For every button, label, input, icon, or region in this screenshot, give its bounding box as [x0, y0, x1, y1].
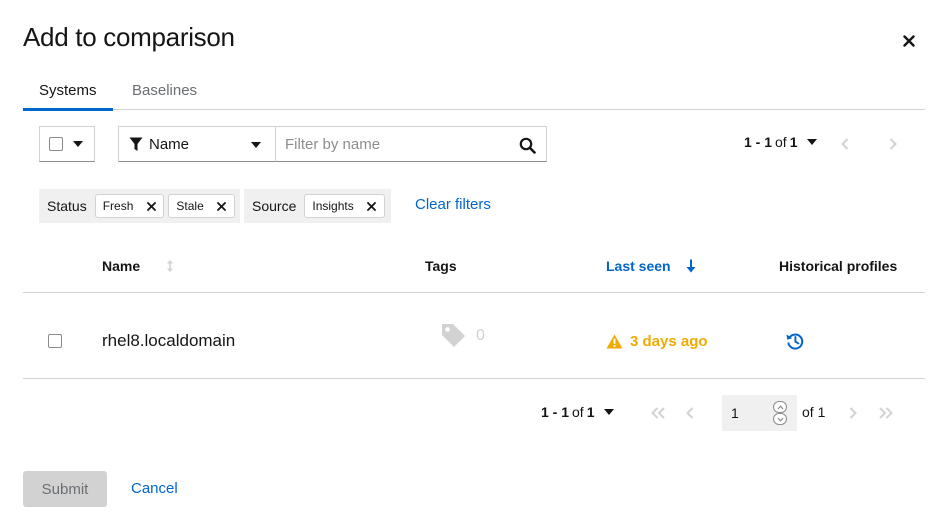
page-count-label: of 1 — [802, 404, 826, 420]
pagination-of: of — [572, 404, 584, 420]
next-page-button[interactable] — [845, 405, 861, 421]
chip-fresh: Fresh — [94, 194, 165, 218]
chevron-down-icon — [777, 417, 783, 422]
last-seen-status: 3 days ago — [606, 333, 708, 350]
cancel-button[interactable]: Cancel — [131, 480, 178, 497]
close-icon — [903, 35, 915, 47]
chip-category-status: Status — [47, 198, 87, 214]
table-row-divider — [23, 378, 925, 379]
table-header-divider — [23, 292, 925, 293]
pagination-total: 1 — [789, 134, 798, 150]
filter-by-name-input[interactable] — [276, 127, 512, 161]
angle-left-icon — [841, 138, 849, 150]
page-decrement-button[interactable] — [773, 413, 787, 425]
chip-stale: Stale — [168, 194, 235, 218]
remove-chip-stale-button[interactable] — [212, 196, 232, 216]
pagination-range: 1 - 1 — [541, 404, 570, 420]
angle-right-icon — [849, 407, 857, 419]
exclamation-triangle-icon — [606, 334, 623, 349]
system-name-link[interactable]: rhel8.localdomain — [102, 331, 235, 351]
chip-insights: Insights — [304, 194, 385, 218]
column-header-name[interactable]: Name — [102, 258, 174, 274]
first-page-button[interactable] — [650, 405, 666, 421]
angle-right-icon — [889, 138, 897, 150]
column-header-tags: Tags — [425, 258, 457, 274]
tags-count: 0 — [476, 326, 485, 344]
chip-label: Fresh — [102, 199, 134, 213]
chevron-up-icon — [777, 404, 783, 409]
pagination-options-toggle-top[interactable]: 1 - 1 of 1 — [744, 134, 817, 150]
page-number-field — [722, 395, 797, 431]
column-header-historical-profiles: Historical profiles — [779, 258, 898, 274]
chip-group-source: Source Insights — [244, 189, 391, 223]
current-page-input[interactable] — [722, 395, 772, 431]
tab-systems[interactable]: Systems — [23, 72, 113, 111]
tab-baselines[interactable]: Baselines — [116, 72, 213, 110]
pagination-options-toggle-bottom[interactable]: 1 - 1 of 1 — [541, 404, 614, 420]
history-icon[interactable] — [786, 332, 804, 350]
caret-down-icon — [603, 409, 614, 415]
pagination-of: of — [775, 134, 787, 150]
pagination-range: 1 - 1 — [744, 134, 773, 150]
sort-amount-down-icon — [686, 259, 696, 273]
bulk-select-checkbox[interactable] — [49, 137, 63, 151]
page-increment-button[interactable] — [773, 401, 787, 413]
close-icon — [146, 201, 156, 211]
tag-icon — [442, 324, 465, 347]
angle-double-left-icon — [650, 407, 665, 419]
modal-title: Add to comparison — [23, 22, 235, 52]
last-page-button[interactable] — [877, 405, 893, 421]
next-page-button-top[interactable] — [885, 136, 901, 152]
remove-chip-fresh-button[interactable] — [141, 196, 161, 216]
column-header-last-seen[interactable]: Last seen — [606, 258, 696, 274]
chip-category-source: Source — [252, 198, 297, 214]
chip-label: Insights — [312, 199, 354, 213]
close-button[interactable] — [898, 30, 920, 52]
previous-page-button[interactable] — [682, 405, 698, 421]
angle-left-icon — [686, 407, 694, 419]
chip-group-status: Status Fresh Stale — [39, 189, 240, 223]
submit-button[interactable]: Submit — [23, 471, 107, 507]
sort-icon — [167, 260, 174, 272]
search-icon[interactable] — [519, 137, 536, 154]
chip-label: Stale — [176, 199, 204, 213]
close-icon — [217, 201, 227, 211]
add-to-comparison-modal: Add to comparison Systems Baselines Name… — [0, 0, 929, 532]
remove-chip-insights-button[interactable] — [362, 196, 382, 216]
filter-attribute-label: Name — [149, 135, 190, 153]
bulk-select-dropdown[interactable] — [39, 126, 95, 162]
pagination-total: 1 — [586, 404, 595, 420]
filter-attribute-select[interactable]: Name — [118, 126, 276, 162]
close-icon — [367, 201, 377, 211]
previous-page-button-top[interactable] — [837, 136, 853, 152]
caret-down-icon — [806, 139, 817, 145]
filter-search-box — [276, 126, 547, 162]
caret-down-icon — [251, 142, 261, 148]
tab-bar: Systems Baselines — [23, 72, 925, 111]
column-header-last-seen-label: Last seen — [606, 258, 671, 274]
clear-filters-link[interactable]: Clear filters — [415, 196, 491, 213]
caret-down-icon — [73, 141, 83, 147]
column-header-name-label: Name — [102, 258, 141, 274]
last-seen-text: 3 days ago — [630, 333, 708, 350]
tags-cell[interactable]: 0 — [441, 323, 485, 348]
row-select-checkbox[interactable] — [48, 334, 62, 348]
angle-double-right-icon — [878, 407, 893, 419]
filter-icon — [129, 137, 143, 151]
